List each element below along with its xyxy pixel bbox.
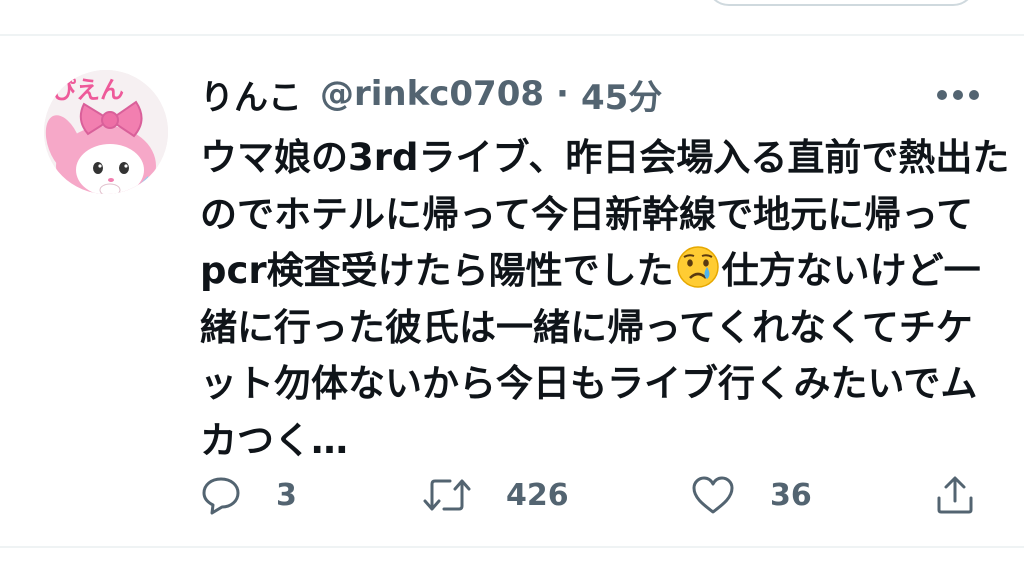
retweet-count: 426 <box>506 477 569 513</box>
display-name[interactable]: りんこ <box>200 70 302 119</box>
heart-icon <box>692 476 734 514</box>
reply-button[interactable]: 3 <box>200 470 297 520</box>
like-button[interactable]: 36 <box>690 470 812 520</box>
retweet-button[interactable]: 426 <box>422 470 569 520</box>
tweet-text-line: カつく… <box>200 418 348 462</box>
tweet-text-line: のでホテルに帰って今日新幹線で地元に帰って <box>200 192 974 236</box>
share-button[interactable] <box>934 470 976 520</box>
crying-face-emoji-icon <box>676 245 720 289</box>
tweet-text: ウマ娘の3rdライブ、昨日会場入る直前で熱出た のでホテルに帰って今日新幹線で地… <box>200 130 1010 469</box>
tweet-header: りんこ @rinkc0708 · 45分 <box>200 70 662 119</box>
more-dots-icon <box>937 90 979 100</box>
like-count: 36 <box>770 477 812 513</box>
search-bar-edge[interactable] <box>706 0 976 6</box>
reply-count: 3 <box>276 477 297 513</box>
timestamp[interactable]: 45分 <box>581 70 662 119</box>
user-handle[interactable]: @rinkc0708 <box>320 74 544 114</box>
reply-icon <box>202 477 240 515</box>
more-options-button[interactable] <box>932 80 984 110</box>
tweet-text-line: 緒に行った彼氏は一緒に帰ってくれなくてチケ <box>200 305 973 349</box>
my-melody-avatar-icon: ぴえん <box>44 70 168 194</box>
divider <box>0 546 1024 548</box>
avatar[interactable]: ぴえん <box>44 70 168 194</box>
tweet-text-line: ット勿体ないから今日もライブ行くみたいでム <box>200 362 978 405</box>
share-icon <box>937 476 973 514</box>
svg-text:ぴえん: ぴえん <box>52 76 124 104</box>
tweet-text-line: ウマ娘の3rdライブ、昨日会場入る直前で熱出た <box>200 136 1010 179</box>
tweet-actions: 3 426 36 <box>200 470 990 520</box>
retweet-icon <box>423 479 471 511</box>
separator-dot: · <box>556 74 569 114</box>
tweet-text-line: pcr検査受けたら陽性でした 仕方ないけど一 <box>200 243 990 300</box>
divider <box>0 34 1024 36</box>
